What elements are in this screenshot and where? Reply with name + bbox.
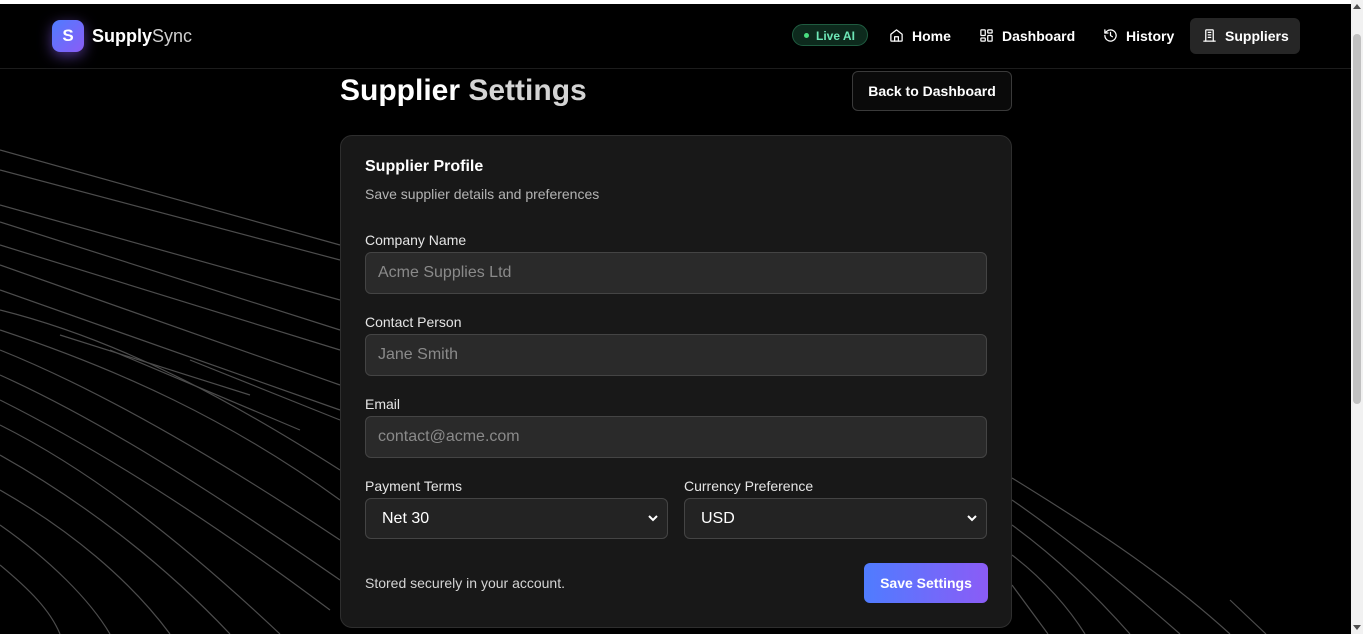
brand-name[interactable]: SupplySync [92,26,192,47]
currency-select[interactable]: USD [684,498,987,539]
contact-person-label: Contact Person [365,314,462,330]
brand-name-part1: Supply [92,26,153,46]
card-title: Supplier Profile [365,158,484,175]
payment-terms-value: Net 30 [382,510,430,527]
page-title: Supplier Settings [340,72,587,110]
nav-dashboard[interactable]: Dashboard [967,18,1087,54]
page-scrollbar[interactable] [1351,0,1363,634]
page-title-part2: Settings [468,74,587,107]
building-icon [1203,29,1216,42]
nav-dashboard-label: Dashboard [1002,28,1076,44]
scroll-up-arrow-icon[interactable] [1353,4,1361,9]
brand-name-part2: Sync [152,26,193,46]
currency-preference-label: Currency Preference [684,478,814,494]
nav-history-label: History [1126,28,1175,44]
email-input[interactable] [365,416,987,458]
save-settings-button[interactable]: Save Settings [864,563,988,603]
page-title-part1: Supplier [340,74,461,107]
currency-value: USD [701,510,735,527]
history-icon [1104,29,1117,42]
payment-terms-label: Payment Terms [365,478,462,494]
nav-suppliers[interactable]: Suppliers [1190,18,1300,54]
nav-home-label: Home [912,28,951,44]
storage-note: Stored securely in your account. [365,575,565,591]
nav-history[interactable]: History [1091,18,1186,54]
back-to-dashboard-button[interactable]: Back to Dashboard [852,71,1012,111]
scroll-down-arrow-icon[interactable] [1353,625,1361,630]
top-navbar: S SupplySync Live AI Home Dashboard Hist… [0,4,1351,69]
live-status-dot-icon [804,33,809,39]
nav-suppliers-label: Suppliers [1225,28,1289,44]
live-ai-badge: Live AI [792,24,868,46]
scroll-thumb[interactable] [1353,34,1361,404]
chevron-down-icon [967,515,977,522]
company-name-input[interactable] [365,252,987,294]
nav-home[interactable]: Home [877,18,963,54]
chevron-down-icon [648,515,658,522]
home-icon [890,29,903,42]
company-name-label: Company Name [365,232,467,248]
grid-icon [980,29,993,42]
card-subtitle: Save supplier details and preferences [365,186,600,202]
supplier-profile-card: Supplier Profile Save supplier details a… [340,135,1012,628]
logo-mark[interactable]: S [52,20,84,52]
contact-person-input[interactable] [365,334,987,376]
email-label: Email [365,396,401,412]
live-ai-label: Live AI [816,29,855,43]
payment-terms-select[interactable]: Net 30 [365,498,668,539]
